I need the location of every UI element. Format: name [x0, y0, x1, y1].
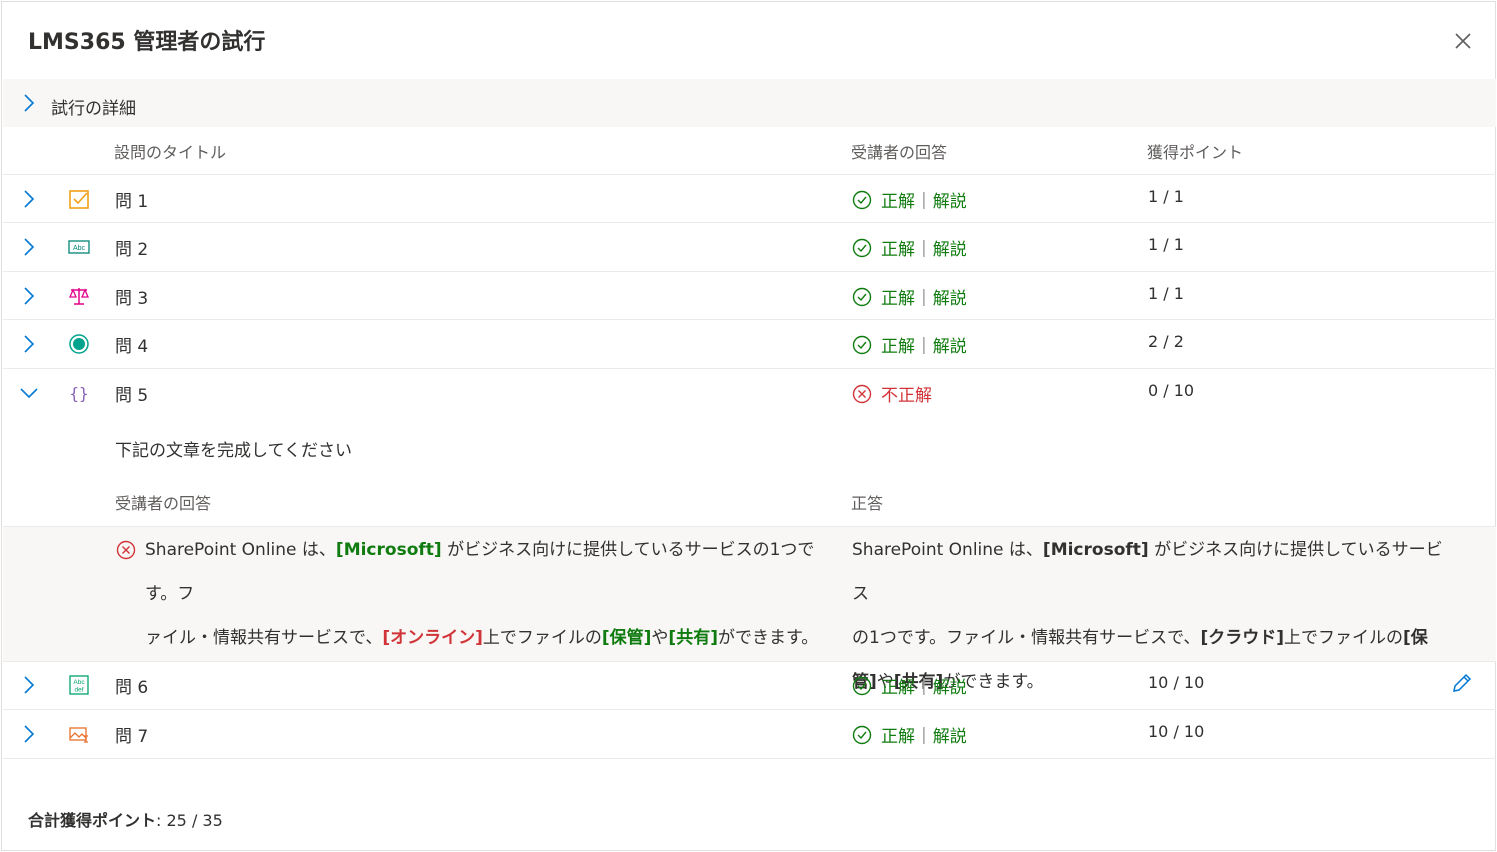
attempt-dialog: LMS365 管理者の試行 試行の詳細 設問のタイトル 受講者の回答 獲得ポイン…: [1, 1, 1496, 851]
question-title: 問 6: [115, 678, 149, 698]
points-value: 2 / 2: [1148, 332, 1184, 351]
answer-status-correct: 正解 | 解説: [852, 673, 967, 698]
explanation-link[interactable]: 解説: [933, 187, 967, 212]
svg-text:{}: {}: [69, 384, 88, 403]
image-question-icon: [69, 727, 88, 743]
explanation-link[interactable]: 解説: [933, 722, 967, 747]
explanation-link[interactable]: 解説: [933, 332, 967, 357]
explanation-link[interactable]: 解説: [933, 284, 967, 309]
explanation-link[interactable]: 解説: [933, 235, 967, 260]
points-value: 10 / 10: [1148, 673, 1205, 692]
points-value: 1 / 1: [1148, 235, 1184, 254]
total-points-label: 合計獲得ポイント: [28, 811, 157, 830]
question-instruction: 下記の文章を完成してください: [115, 441, 352, 461]
question-title: 問 3: [115, 289, 149, 309]
attempt-details-label: 試行の詳細: [51, 99, 136, 119]
question-row-3[interactable]: 問 3 正解 | 解説 1 / 1: [3, 271, 1496, 319]
chevron-right-icon[interactable]: [21, 724, 37, 744]
checkbox-question-icon: [69, 190, 89, 209]
chevron-right-icon[interactable]: [21, 286, 37, 306]
check-circle-icon: [852, 725, 872, 744]
column-header-learner-answer: 受講者の回答: [851, 143, 948, 162]
svg-text:Abc: Abc: [73, 245, 86, 252]
correct-label: 正解: [881, 192, 915, 212]
separator: |: [921, 237, 927, 258]
column-header-points: 獲得ポイント: [1147, 143, 1244, 162]
question-row-7[interactable]: 問 7 正解 | 解説 10 / 10: [3, 709, 1496, 757]
learner-answer-text: SharePoint Online は、[Microsoft] がビジネス向けに…: [145, 540, 819, 648]
chevron-right-icon: [24, 94, 35, 112]
answer-comparison: SharePoint Online は、[Microsoft] がビジネス向けに…: [3, 526, 1496, 692]
answer-status-correct: 正解 | 解説: [852, 722, 967, 747]
question-row-4[interactable]: 問 4 正解 | 解説 2 / 2: [3, 319, 1496, 367]
question-title: 問 5: [115, 386, 149, 406]
question-title: 問 2: [115, 240, 149, 260]
balance-scale-icon: [69, 288, 89, 305]
points-value: 0 / 10: [1148, 381, 1195, 400]
correct-label: 正解: [881, 240, 915, 260]
divider: [3, 758, 1496, 759]
correct-label: 正解: [881, 337, 915, 357]
separator: |: [921, 334, 927, 355]
answer-status-correct: 正解 | 解説: [852, 284, 967, 309]
explanation-link[interactable]: 解説: [933, 673, 967, 698]
check-circle-icon: [852, 190, 872, 209]
column-header-question-title: 設問のタイトル: [114, 143, 227, 162]
correct-label: 正解: [881, 727, 915, 747]
check-circle-icon: [852, 287, 872, 306]
incorrect-label: 不正解: [881, 386, 932, 406]
question-row-1[interactable]: 問 1 正解 | 解説 1 / 1: [3, 174, 1496, 222]
separator: |: [921, 286, 927, 307]
question-title: 問 4: [115, 337, 149, 357]
separator: |: [921, 675, 927, 696]
chevron-right-icon[interactable]: [21, 237, 37, 257]
dialog-title: LMS365 管理者の試行: [28, 30, 266, 55]
correct-answer-header: 正答: [851, 494, 884, 513]
close-icon[interactable]: [1451, 29, 1475, 53]
curly-braces-icon: {}: [69, 384, 88, 403]
error-circle-icon: [852, 384, 872, 403]
attempt-details-toggle[interactable]: 試行の詳細: [3, 79, 1496, 127]
error-circle-icon: [116, 540, 136, 560]
question-title: 問 7: [115, 727, 149, 747]
correct-label: 正解: [881, 289, 915, 309]
question-row-5[interactable]: {} 問 5 不正解 0 / 10: [3, 368, 1496, 416]
check-circle-icon: [852, 238, 872, 257]
chevron-down-icon[interactable]: [19, 385, 39, 401]
check-circle-icon: [852, 335, 872, 354]
svg-text:Abc: Abc: [73, 679, 85, 686]
check-circle-icon: [852, 676, 872, 695]
total-points: 合計獲得ポイント: 25 / 35: [28, 807, 223, 831]
text-entry-question-icon: Abc: [68, 240, 90, 254]
chevron-right-icon[interactable]: [21, 189, 37, 209]
points-value: 1 / 1: [1148, 187, 1184, 206]
answer-status-incorrect: 不正解: [852, 381, 932, 406]
separator: |: [921, 189, 927, 210]
total-points-value: : 25 / 35: [156, 811, 223, 830]
radio-question-icon: [69, 334, 89, 354]
chevron-right-icon[interactable]: [21, 675, 37, 695]
separator: |: [921, 724, 927, 745]
svg-text:def: def: [74, 687, 83, 694]
answer-status-correct: 正解 | 解説: [852, 235, 967, 260]
answer-status-correct: 正解 | 解説: [852, 332, 967, 357]
learner-answer-header: 受講者の回答: [115, 494, 212, 513]
points-value: 10 / 10: [1148, 722, 1205, 741]
abc-def-question-icon: Abc def: [69, 675, 89, 695]
edit-pencil-icon[interactable]: [1451, 672, 1473, 694]
correct-label: 正解: [881, 678, 915, 698]
question-title: 問 1: [115, 192, 149, 212]
question-row-2[interactable]: Abc 問 2 正解 | 解説 1 / 1: [3, 222, 1496, 270]
chevron-right-icon[interactable]: [21, 334, 37, 354]
answer-status-correct: 正解 | 解説: [852, 187, 967, 212]
points-value: 1 / 1: [1148, 284, 1184, 303]
question-row-6[interactable]: Abc def 問 6 正解 | 解説 10 / 10: [3, 661, 1496, 709]
